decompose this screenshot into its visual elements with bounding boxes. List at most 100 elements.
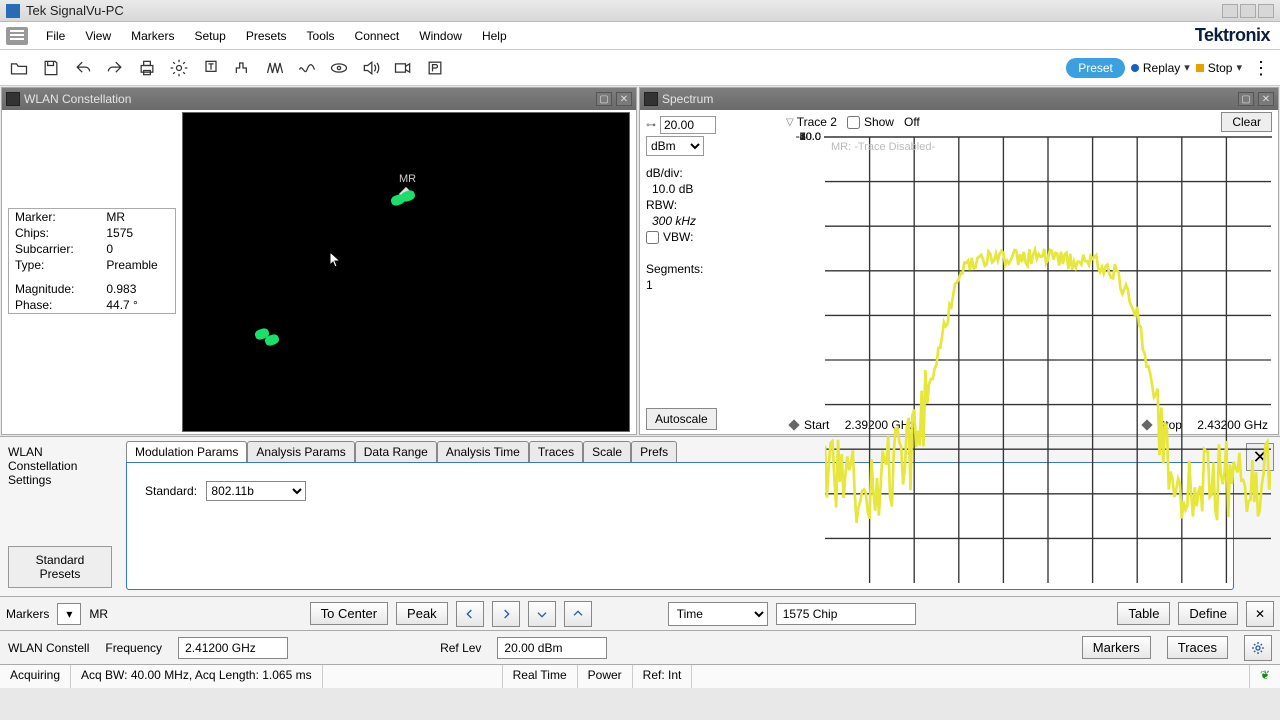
markers-button[interactable]: Markers <box>1082 636 1151 659</box>
maximize-button[interactable] <box>1240 4 1256 18</box>
save-icon[interactable] <box>38 55 64 81</box>
peak-down-icon[interactable] <box>528 601 556 627</box>
menu-presets[interactable]: Presets <box>236 22 297 49</box>
chevron-down-icon: ▾ <box>1184 61 1190 74</box>
dbdiv-value: 10.0 dB <box>646 182 774 196</box>
marker-value-input[interactable] <box>776 603 916 625</box>
marker-dropdown[interactable]: ▾ <box>57 603 81 625</box>
settings-icon[interactable] <box>166 55 192 81</box>
to-center-button[interactable]: To Center <box>310 602 388 625</box>
settings-title: WLAN Constellation Settings <box>8 445 112 487</box>
info-label: Subcarrier: <box>9 241 101 257</box>
tab-analysis-time[interactable]: Analysis Time <box>437 441 529 462</box>
minimize-button[interactable] <box>1222 4 1238 18</box>
traces-button[interactable]: Traces <box>1167 636 1228 659</box>
wave-icon[interactable] <box>294 55 320 81</box>
rbw-value: 300 kHz <box>646 214 774 228</box>
trace-select[interactable]: ▽Trace 2 <box>786 115 837 129</box>
dbdiv-label: dB/div: <box>646 166 774 180</box>
menu-file[interactable]: File <box>36 22 75 49</box>
print-icon[interactable] <box>134 55 160 81</box>
p-icon[interactable] <box>422 55 448 81</box>
info-label: Phase: <box>9 297 101 314</box>
redo-icon[interactable] <box>102 55 128 81</box>
close-button[interactable] <box>1258 4 1274 18</box>
info-value: MR <box>100 209 175 226</box>
menu-help[interactable]: Help <box>472 22 517 49</box>
marker-t-icon[interactable] <box>198 55 224 81</box>
cursor-icon <box>329 251 341 269</box>
undo-icon[interactable] <box>70 55 96 81</box>
eye-icon[interactable] <box>326 55 352 81</box>
top-value-input[interactable] <box>660 116 716 134</box>
window-title: Tek SignalVu-PC <box>26 3 1220 18</box>
preset-button[interactable]: Preset <box>1066 58 1125 78</box>
panel-close-icon[interactable]: ✕ <box>1258 92 1274 106</box>
status-cell: Acquiring <box>0 665 71 688</box>
titlebar: Tek SignalVu-PC <box>0 0 1280 22</box>
panel-constellation-header[interactable]: WLAN Constellation ▢ ✕ <box>2 88 636 110</box>
markers-close-icon[interactable]: ✕ <box>1246 601 1274 627</box>
start-marker-icon <box>788 419 799 430</box>
panel-name: WLAN Constell <box>8 641 89 655</box>
speaker-icon[interactable] <box>358 55 384 81</box>
domain-select[interactable]: Time <box>668 602 768 626</box>
rbw-label: RBW: <box>646 198 774 212</box>
record-icon[interactable] <box>390 55 416 81</box>
constellation-plot[interactable]: MR <box>182 112 630 432</box>
vbw-checkbox[interactable] <box>646 231 659 244</box>
panel-max-icon[interactable]: ▢ <box>1238 92 1254 106</box>
standard-presets-button[interactable]: Standard Presets <box>8 546 112 588</box>
info-value: 0.983 <box>100 281 175 297</box>
tab-prefs[interactable]: Prefs <box>631 441 677 462</box>
ref-cell: Ref: Int <box>633 665 693 688</box>
stop-label: Stop <box>1208 61 1233 75</box>
peak-up-icon[interactable] <box>564 601 592 627</box>
ref-input[interactable] <box>497 637 607 659</box>
next-peak-icon[interactable] <box>492 601 520 627</box>
more-icon[interactable]: ⋮ <box>1248 59 1274 77</box>
menu-setup[interactable]: Setup <box>184 22 235 49</box>
clear-button[interactable]: Clear <box>1221 112 1272 132</box>
app-menu-icon[interactable] <box>6 27 28 45</box>
marker-label: MR <box>399 173 416 185</box>
spectrum-controls: ⊶ dBm dB/div: 10.0 dB RBW: 300 kHz VBW: … <box>640 110 780 434</box>
open-icon[interactable] <box>6 55 32 81</box>
menu-window[interactable]: Window <box>409 22 472 49</box>
peak-button[interactable]: Peak <box>396 602 448 625</box>
link-icon: ⊶ <box>646 120 656 131</box>
status-bar-2: WLAN Constell Frequency Ref Lev Markers … <box>0 630 1280 664</box>
table-button[interactable]: Table <box>1117 602 1170 625</box>
replay-button[interactable]: Replay ▾ <box>1131 61 1190 75</box>
menu-tools[interactable]: Tools <box>297 22 345 49</box>
menu-connect[interactable]: Connect <box>345 22 410 49</box>
show-checkbox[interactable] <box>847 116 860 129</box>
menu-markers[interactable]: Markers <box>121 22 184 49</box>
freq-input[interactable] <box>178 637 288 659</box>
tab-scale[interactable]: Scale <box>583 441 631 462</box>
stop-button[interactable]: Stop ▾ <box>1196 61 1242 75</box>
info-value: 0 <box>100 241 175 257</box>
panel-close-icon[interactable]: ✕ <box>616 92 632 106</box>
menubar: File View Markers Setup Presets Tools Co… <box>0 22 1280 50</box>
unit-select[interactable]: dBm <box>646 136 704 156</box>
autoscale-button[interactable]: Autoscale <box>646 408 717 430</box>
prev-peak-icon[interactable] <box>456 601 484 627</box>
trigger-icon[interactable] <box>230 55 256 81</box>
info-label: Chips: <box>9 225 101 241</box>
panel-max-icon[interactable]: ▢ <box>596 92 612 106</box>
brand-logo: Tektronix <box>1195 25 1280 46</box>
tab-traces[interactable]: Traces <box>529 441 583 462</box>
spectrum-plot[interactable]: 20.0 10.0 0.0 -10.0 -20.0 -30.0 -40.0 -5… <box>824 136 1272 138</box>
menu-view[interactable]: View <box>75 22 121 49</box>
tab-data-range[interactable]: Data Range <box>355 441 437 462</box>
panel-spectrum-header[interactable]: Spectrum ▢ ✕ <box>640 88 1278 110</box>
spectrum-icon <box>644 92 658 106</box>
standard-select[interactable]: 802.11b <box>206 481 306 501</box>
tab-modulation-params[interactable]: Modulation Params <box>126 441 247 462</box>
pulse-icon[interactable] <box>262 55 288 81</box>
tab-analysis-params[interactable]: Analysis Params <box>247 441 354 462</box>
gear-icon[interactable] <box>1244 635 1272 661</box>
toolbar: Preset Replay ▾ Stop ▾ ⋮ <box>0 50 1280 86</box>
define-button[interactable]: Define <box>1178 602 1238 625</box>
